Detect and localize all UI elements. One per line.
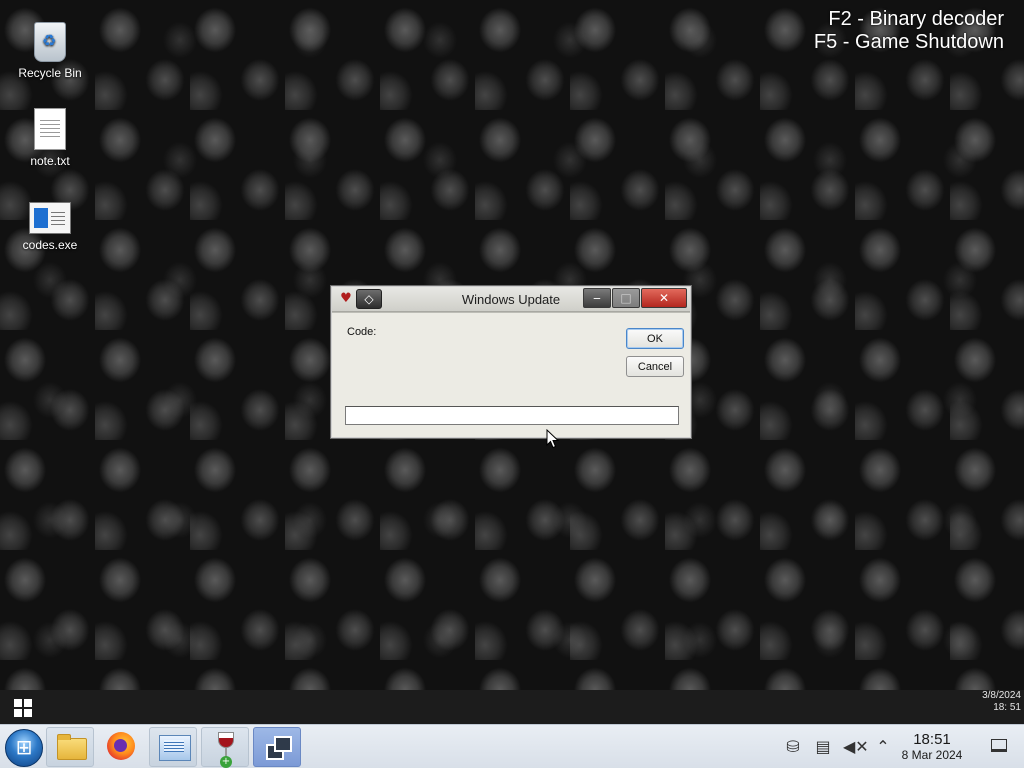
secondary-clock[interactable]: 3/8/2024 18: 51 [982, 690, 1021, 714]
file-explorer-icon [57, 734, 87, 760]
executable-icon [29, 202, 71, 234]
remote-desktop-icon [159, 735, 191, 761]
firefox-icon [107, 732, 135, 760]
secondary-clock-date: 3/8/2024 [982, 690, 1021, 701]
chevron-up-icon[interactable]: ⌃ [873, 737, 893, 757]
start-button[interactable] [5, 729, 43, 767]
windows-logo-icon[interactable] [14, 699, 32, 717]
hint-binary-decoder: F2 - Binary decoder [828, 8, 1004, 30]
close-button[interactable]: ✕ [641, 288, 687, 308]
taskbar-clock[interactable]: 18:51 8 Mar 2024 [892, 731, 972, 763]
desktop-icon-note-txt[interactable]: note.txt [10, 108, 90, 168]
ok-button[interactable]: OK [626, 328, 684, 349]
clipboard-icon[interactable]: ▤ [813, 737, 833, 757]
code-label: Code: [347, 326, 377, 338]
desktop-icon-label: Recycle Bin [18, 66, 82, 80]
taskbar: + ⛁ ▤ ◀✕ ⌃ 18:51 8 Mar 2024 [0, 724, 1024, 768]
taskbar-remote-desktop[interactable] [149, 727, 197, 767]
restore-button[interactable]: □ [612, 288, 640, 308]
taskbar-window-switcher[interactable] [253, 727, 301, 767]
taskbar-wine[interactable]: + [201, 727, 249, 768]
secondary-taskbar: 3/8/2024 18: 51 [0, 690, 1024, 724]
desktop-icon-codes-exe[interactable]: codes.exe [10, 194, 90, 252]
desktop-icon-recycle-bin[interactable]: Recycle Bin [10, 20, 90, 80]
clock-date: 8 Mar 2024 [901, 748, 963, 762]
taskbar-firefox[interactable] [97, 727, 145, 767]
window-switcher-icon [266, 736, 292, 760]
wine-icon: + [218, 732, 234, 768]
taskbar-file-explorer[interactable] [46, 727, 94, 767]
volume-muted-icon[interactable]: ◀✕ [843, 737, 869, 757]
text-file-icon [34, 108, 66, 150]
system-tray: ⛁ ▤ ◀✕ ⌃ [778, 725, 898, 768]
usb-icon[interactable]: ⛁ [783, 737, 803, 757]
windows-update-dialog: ♥ ◇ Windows Update ‒ □ ✕ Code: OK Cancel [330, 285, 692, 439]
hint-game-shutdown: F5 - Game Shutdown [813, 31, 1004, 53]
desktop-icon-label: codes.exe [22, 238, 78, 252]
recycle-bin-icon [34, 22, 66, 62]
mouse-cursor-icon [546, 429, 560, 449]
dialog-body: Code: OK Cancel [332, 312, 690, 437]
desktop-icon-label: note.txt [30, 154, 70, 168]
dialog-titlebar[interactable]: ♥ ◇ Windows Update ‒ □ ✕ [332, 287, 690, 312]
minimize-button[interactable]: ‒ [583, 288, 611, 308]
titlebar-buttons: ‒ □ ✕ [582, 288, 687, 308]
code-input[interactable] [345, 406, 679, 425]
secondary-clock-time: 18: 51 [993, 702, 1021, 713]
clock-time: 18:51 [913, 731, 951, 748]
cancel-button[interactable]: Cancel [626, 356, 684, 377]
show-desktop-icon[interactable] [991, 739, 1007, 752]
hotkey-hints: F2 - Binary decoder F5 - Game Shutdown [814, 8, 1004, 54]
